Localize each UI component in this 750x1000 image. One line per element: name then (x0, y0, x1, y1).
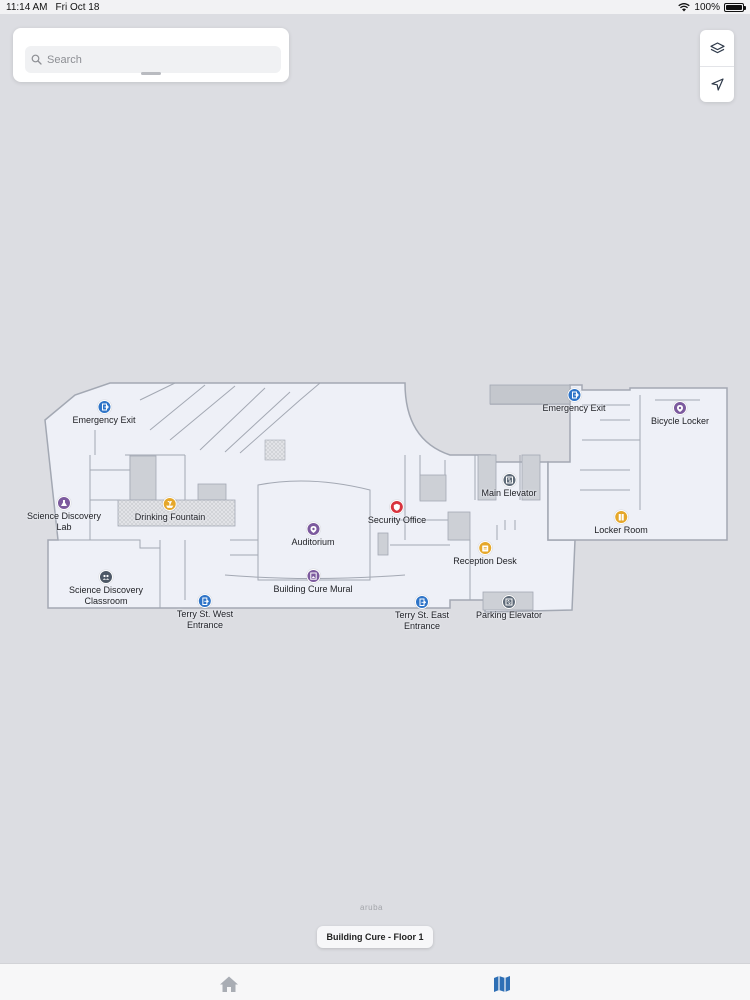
search-panel[interactable] (13, 28, 289, 82)
floor-selector[interactable]: Building Cure - Floor 1 (317, 926, 433, 948)
battery-percent: 100% (694, 2, 720, 13)
aruba-logo: aruba (360, 903, 383, 912)
tab-bar (0, 963, 750, 1000)
status-date: Fri Oct 18 (55, 2, 100, 13)
door-icon (414, 595, 429, 609)
poi-security-office[interactable]: Security Office (368, 500, 426, 526)
poi-label: Building Cure Mural (273, 584, 353, 594)
panel-grabber[interactable] (141, 72, 161, 75)
poi-emergency-exit[interactable]: Emergency Exit (542, 388, 606, 414)
poi-label: Main Elevator (481, 488, 537, 498)
poi-terry-st-west-entrance[interactable]: Terry St. West Entrance (177, 594, 233, 631)
poi-label: Terry St. West Entrance (176, 609, 234, 630)
poi-auditorium[interactable]: Auditorium (291, 522, 335, 548)
exit-icon (567, 388, 581, 402)
poi-label: Terry St. East Entrance (394, 610, 450, 631)
layers-button[interactable] (700, 30, 734, 66)
map-canvas[interactable]: Emergency Exit Emergency Exit Bicycle Lock… (0, 0, 750, 1000)
poi-locker-room[interactable]: Locker Room (594, 510, 648, 536)
home-icon (220, 976, 238, 992)
poi-label: Parking Elevator (475, 610, 543, 620)
poi-label: Emergency Exit (542, 403, 606, 413)
poi-parking-elevator[interactable]: Parking Elevator (476, 595, 542, 621)
door-icon (198, 594, 212, 608)
locate-button[interactable] (700, 66, 734, 102)
poi-science-discovery-classroom[interactable]: Science Discovery Classroom (69, 570, 143, 607)
shield-icon (389, 500, 404, 514)
search-bar[interactable] (25, 46, 281, 73)
locker-icon (614, 510, 628, 524)
location-arrow-icon (710, 78, 724, 91)
elevator-icon (501, 595, 516, 609)
map-icon (494, 976, 510, 992)
poi-label: Drinking Fountain (134, 512, 206, 522)
poi-terry-st-east-entrance[interactable]: Terry St. East Entrance (395, 595, 449, 632)
wifi-icon (678, 3, 691, 12)
poi-emergency-exit[interactable]: Emergency Exit (72, 400, 136, 426)
pin-icon (306, 522, 320, 536)
battery-icon (724, 3, 746, 12)
poi-label: Security Office (367, 515, 427, 525)
poi-bicycle-locker[interactable]: Bicycle Locker (651, 401, 709, 427)
poi-science-discovery-lab[interactable]: Science Discovery Lab (27, 496, 101, 533)
poi-label: Emergency Exit (72, 415, 136, 425)
exit-icon (97, 400, 111, 414)
desk-icon (477, 541, 492, 555)
poi-label: Auditorium (291, 537, 335, 547)
poi-building-cure-mural[interactable]: Building Cure Mural (273, 569, 353, 595)
floor-label: Building Cure - Floor 1 (326, 932, 424, 942)
poi-label: Reception Desk (453, 556, 517, 566)
tab-map[interactable] (490, 974, 514, 994)
poi-drinking-fountain[interactable]: Drinking Fountain (134, 497, 206, 523)
poi-label: Science Discovery Classroom (68, 585, 144, 606)
pin-icon (673, 401, 687, 415)
mural-icon (305, 569, 320, 583)
search-icon (31, 54, 42, 65)
map-controls (700, 30, 734, 102)
flask-icon (57, 496, 71, 510)
status-time: 11:14 AM (6, 2, 48, 13)
group-icon (99, 570, 113, 584)
poi-label: Science Discovery Lab (26, 511, 102, 532)
poi-main-elevator[interactable]: Main Elevator (481, 473, 537, 499)
status-bar: 11:14 AM Fri Oct 18 100% (0, 0, 750, 14)
fountain-icon (162, 497, 177, 511)
poi-label: Locker Room (594, 525, 648, 535)
layers-icon (709, 41, 725, 53)
search-input[interactable] (47, 53, 267, 66)
poi-label: Bicycle Locker (650, 416, 710, 426)
poi-reception-desk[interactable]: Reception Desk (453, 541, 517, 567)
elevator-icon (502, 473, 516, 487)
tab-home[interactable] (217, 974, 241, 994)
